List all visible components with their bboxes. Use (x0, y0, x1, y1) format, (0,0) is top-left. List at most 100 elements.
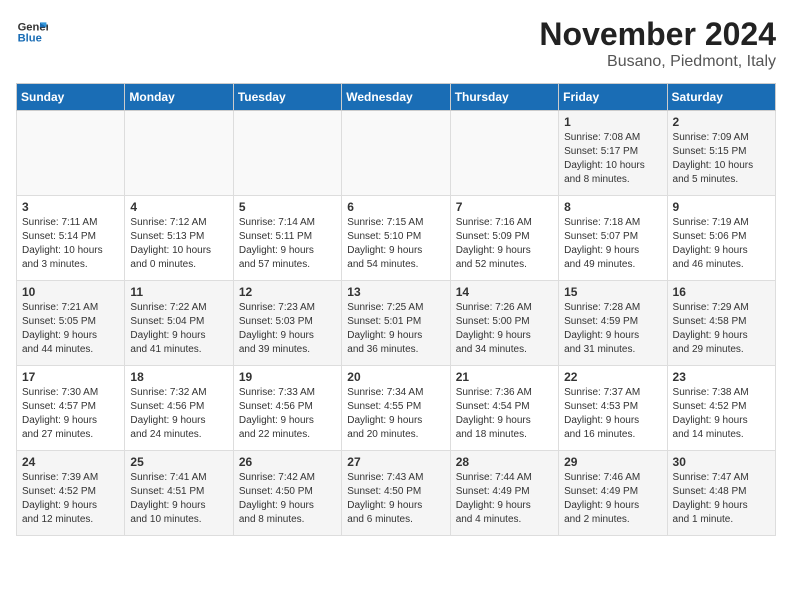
day-info: Sunrise: 7:21 AM Sunset: 5:05 PM Dayligh… (22, 301, 119, 357)
day-number: 13 (347, 285, 444, 299)
day-info: Sunrise: 7:30 AM Sunset: 4:57 PM Dayligh… (22, 386, 119, 442)
calendar-cell: 27 Sunrise: 7:43 AM Sunset: 4:50 PM Dayli… (342, 451, 450, 536)
calendar-cell: 1 Sunrise: 7:08 AM Sunset: 5:17 PM Daylig… (559, 111, 667, 196)
day-info: Sunrise: 7:16 AM Sunset: 5:09 PM Dayligh… (456, 216, 553, 272)
day-number: 1 (564, 115, 661, 129)
location: Busano, Piedmont, Italy (539, 53, 776, 71)
day-info: Sunrise: 7:36 AM Sunset: 4:54 PM Dayligh… (456, 386, 553, 442)
calendar-cell: 9Sunrise: 7:19 AM Sunset: 5:06 PM Daylig… (667, 196, 775, 281)
day-info: Sunrise: 7:37 AM Sunset: 4:53 PM Dayligh… (564, 386, 661, 442)
calendar-cell: 10 Sunrise: 7:21 AM Sunset: 5:05 PM Dayli… (17, 281, 125, 366)
day-info: Sunrise: 7:18 AM Sunset: 5:07 PM Dayligh… (564, 216, 661, 272)
day-number: 22 (564, 370, 661, 384)
day-info: Sunrise: 7:19 AM Sunset: 5:06 PM Dayligh… (673, 216, 770, 272)
calendar-cell: 14 Sunrise: 7:26 AM Sunset: 5:00 PM Dayli… (450, 281, 558, 366)
weekday-header-wednesday: Wednesday (342, 84, 450, 111)
day-info: Sunrise: 7:41 AM Sunset: 4:51 PM Dayligh… (130, 471, 227, 527)
day-info: Sunrise: 7:29 AM Sunset: 4:58 PM Dayligh… (673, 301, 770, 357)
day-info: Sunrise: 7:23 AM Sunset: 5:03 PM Dayligh… (239, 301, 336, 357)
day-info: Sunrise: 7:26 AM Sunset: 5:00 PM Dayligh… (456, 301, 553, 357)
logo-icon: General Blue (16, 16, 48, 48)
day-number: 30 (673, 455, 770, 469)
day-number: 24 (22, 455, 119, 469)
calendar-cell (233, 111, 341, 196)
weekday-header-sunday: Sunday (17, 84, 125, 111)
day-info: Sunrise: 7:33 AM Sunset: 4:56 PM Dayligh… (239, 386, 336, 442)
week-row-3: 10 Sunrise: 7:21 AM Sunset: 5:05 PM Dayli… (17, 281, 776, 366)
day-number: 11 (130, 285, 227, 299)
day-number: 8 (564, 200, 661, 214)
weekday-header-friday: Friday (559, 84, 667, 111)
calendar-cell: 30 Sunrise: 7:47 AM Sunset: 4:48 PM Dayli… (667, 451, 775, 536)
day-info: Sunrise: 7:25 AM Sunset: 5:01 PM Dayligh… (347, 301, 444, 357)
calendar-cell: 28 Sunrise: 7:44 AM Sunset: 4:49 PM Dayli… (450, 451, 558, 536)
day-info: Sunrise: 7:42 AM Sunset: 4:50 PM Dayligh… (239, 471, 336, 527)
svg-text:Blue: Blue (18, 33, 42, 45)
calendar-cell: 5Sunrise: 7:14 AM Sunset: 5:11 PM Daylig… (233, 196, 341, 281)
page-header: General Blue November 2024 Busano, Piedm… (16, 16, 776, 71)
day-number: 14 (456, 285, 553, 299)
day-info: Sunrise: 7:43 AM Sunset: 4:50 PM Dayligh… (347, 471, 444, 527)
day-info: Sunrise: 7:44 AM Sunset: 4:49 PM Dayligh… (456, 471, 553, 527)
day-number: 25 (130, 455, 227, 469)
calendar-cell: 15Sunrise: 7:28 AM Sunset: 4:59 PM Dayli… (559, 281, 667, 366)
calendar-cell: 7 Sunrise: 7:16 AM Sunset: 5:09 PM Daylig… (450, 196, 558, 281)
day-info: Sunrise: 7:22 AM Sunset: 5:04 PM Dayligh… (130, 301, 227, 357)
day-info: Sunrise: 7:12 AM Sunset: 5:13 PM Dayligh… (130, 216, 227, 272)
calendar-cell: 25 Sunrise: 7:41 AM Sunset: 4:51 PM Dayli… (125, 451, 233, 536)
calendar-cell: 16 Sunrise: 7:29 AM Sunset: 4:58 PM Dayli… (667, 281, 775, 366)
calendar-cell: 17 Sunrise: 7:30 AM Sunset: 4:57 PM Dayli… (17, 366, 125, 451)
day-info: Sunrise: 7:34 AM Sunset: 4:55 PM Dayligh… (347, 386, 444, 442)
calendar-cell: 24Sunrise: 7:39 AM Sunset: 4:52 PM Dayli… (17, 451, 125, 536)
day-number: 17 (22, 370, 119, 384)
calendar-cell: 20 Sunrise: 7:34 AM Sunset: 4:55 PM Dayli… (342, 366, 450, 451)
day-number: 27 (347, 455, 444, 469)
calendar-cell: 13 Sunrise: 7:25 AM Sunset: 5:01 PM Dayli… (342, 281, 450, 366)
day-number: 16 (673, 285, 770, 299)
calendar-cell: 3 Sunrise: 7:11 AM Sunset: 5:14 PM Daylig… (17, 196, 125, 281)
calendar-cell: 12Sunrise: 7:23 AM Sunset: 5:03 PM Dayli… (233, 281, 341, 366)
calendar-cell: 4 Sunrise: 7:12 AM Sunset: 5:13 PM Daylig… (125, 196, 233, 281)
day-number: 28 (456, 455, 553, 469)
calendar-cell (342, 111, 450, 196)
month-title: November 2024 (539, 16, 776, 53)
day-number: 2 (673, 115, 770, 129)
day-info: Sunrise: 7:46 AM Sunset: 4:49 PM Dayligh… (564, 471, 661, 527)
title-block: November 2024 Busano, Piedmont, Italy (539, 16, 776, 71)
weekday-header-saturday: Saturday (667, 84, 775, 111)
week-row-5: 24Sunrise: 7:39 AM Sunset: 4:52 PM Dayli… (17, 451, 776, 536)
weekday-header-row: SundayMondayTuesdayWednesdayThursdayFrid… (17, 84, 776, 111)
day-number: 20 (347, 370, 444, 384)
day-info: Sunrise: 7:08 AM Sunset: 5:17 PM Dayligh… (564, 131, 661, 187)
calendar-cell: 8 Sunrise: 7:18 AM Sunset: 5:07 PM Daylig… (559, 196, 667, 281)
day-number: 4 (130, 200, 227, 214)
day-number: 18 (130, 370, 227, 384)
day-number: 21 (456, 370, 553, 384)
day-number: 5 (239, 200, 336, 214)
weekday-header-thursday: Thursday (450, 84, 558, 111)
weekday-header-monday: Monday (125, 84, 233, 111)
logo: General Blue (16, 16, 48, 48)
calendar-cell: 11 Sunrise: 7:22 AM Sunset: 5:04 PM Dayli… (125, 281, 233, 366)
day-info: Sunrise: 7:09 AM Sunset: 5:15 PM Dayligh… (673, 131, 770, 187)
calendar-cell: 29 Sunrise: 7:46 AM Sunset: 4:49 PM Dayli… (559, 451, 667, 536)
calendar-cell: 18 Sunrise: 7:32 AM Sunset: 4:56 PM Dayli… (125, 366, 233, 451)
day-info: Sunrise: 7:15 AM Sunset: 5:10 PM Dayligh… (347, 216, 444, 272)
day-number: 26 (239, 455, 336, 469)
day-number: 3 (22, 200, 119, 214)
day-number: 10 (22, 285, 119, 299)
day-info: Sunrise: 7:47 AM Sunset: 4:48 PM Dayligh… (673, 471, 770, 527)
calendar-cell: 21 Sunrise: 7:36 AM Sunset: 4:54 PM Dayli… (450, 366, 558, 451)
day-number: 7 (456, 200, 553, 214)
calendar-cell: 26 Sunrise: 7:42 AM Sunset: 4:50 PM Dayli… (233, 451, 341, 536)
week-row-2: 3 Sunrise: 7:11 AM Sunset: 5:14 PM Daylig… (17, 196, 776, 281)
calendar-cell: 22 Sunrise: 7:37 AM Sunset: 4:53 PM Dayli… (559, 366, 667, 451)
day-info: Sunrise: 7:11 AM Sunset: 5:14 PM Dayligh… (22, 216, 119, 272)
calendar-cell: 19Sunrise: 7:33 AM Sunset: 4:56 PM Dayli… (233, 366, 341, 451)
day-info: Sunrise: 7:32 AM Sunset: 4:56 PM Dayligh… (130, 386, 227, 442)
day-info: Sunrise: 7:28 AM Sunset: 4:59 PM Dayligh… (564, 301, 661, 357)
day-number: 6 (347, 200, 444, 214)
calendar-cell: 23Sunrise: 7:38 AM Sunset: 4:52 PM Dayli… (667, 366, 775, 451)
day-number: 23 (673, 370, 770, 384)
day-number: 29 (564, 455, 661, 469)
